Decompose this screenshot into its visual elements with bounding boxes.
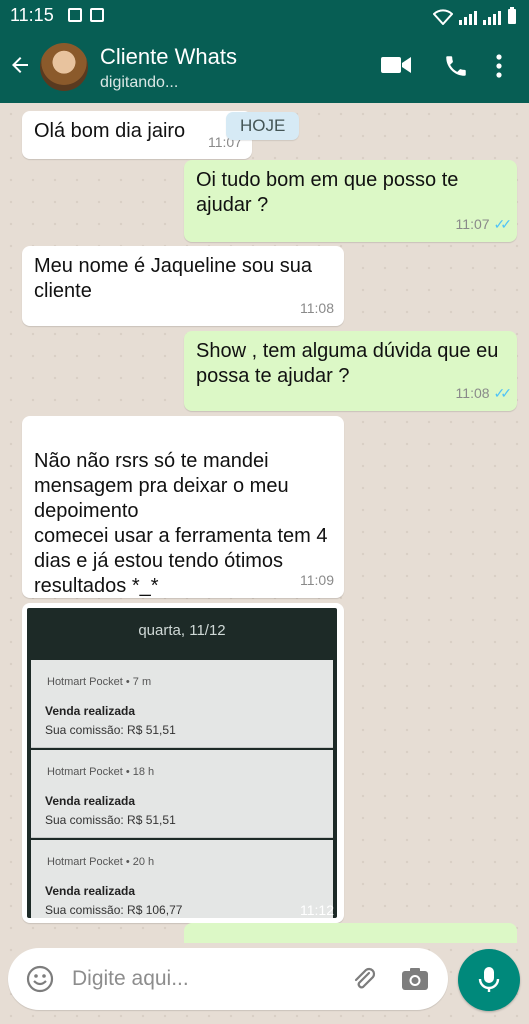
notification-app: Hotmart Pocket • 20 h [47,856,155,868]
message-text: Olá bom dia jairo [34,120,186,142]
message-text: Meu nome é Jaqueline sou sua cliente [34,255,312,302]
chat-area[interactable]: Olá bom dia jairo 11:07 HOJE Oi tudo bom… [0,103,529,1024]
notification-title: Venda realizada [45,704,136,718]
image-message[interactable]: quarta, 11/12 Hotmart Pocket • 7 m Venda… [22,603,344,923]
gallery-notification-icon [68,8,82,22]
notification-title: Venda realizada [45,794,136,808]
mic-button[interactable] [458,949,520,1011]
read-receipt-icon: ✓✓ [493,216,513,232]
message-bubble-incoming[interactable]: Olá bom dia jairo 11:07 [22,111,252,159]
notification-desc: Sua comissão: R$ 106,77 [45,903,183,917]
emoji-icon[interactable] [26,965,54,993]
message-time: 11:12 [300,902,334,918]
notification-desc: Sua comissão: R$ 51,51 [45,723,176,737]
notification-card: Hotmart Pocket • 7 m Venda realizada Sua… [31,660,333,748]
contact-status: digitando... [100,74,179,91]
battery-saver-icon [90,8,104,22]
date-chip: HOJE [226,112,300,140]
notification-card: Hotmart Pocket • 20 h Venda realizada Su… [31,840,333,918]
mic-icon [478,967,500,992]
message-bubble-outgoing[interactable]: Oi tudo bom em que posso te ajudar ? 11:… [184,160,517,242]
notification-card: Hotmart Pocket • 18 h Venda realizada Su… [31,750,333,838]
camera-icon[interactable] [400,965,430,993]
notification-desc: Sua comissão: R$ 51,51 [45,813,176,827]
composer [8,948,448,1010]
signal-icon-2 [483,9,501,25]
phone-call-icon[interactable] [443,53,469,79]
message-time: 11:09 [300,572,334,588]
status-bar: 11:15 [0,0,529,31]
message-time: 11:08 [455,385,490,401]
contact-name[interactable]: Cliente Whats [100,44,237,70]
chat-header: Cliente Whats digitando... [0,31,529,103]
notification-title: Venda realizada [45,884,136,898]
message-input[interactable] [72,960,332,998]
message-bubble-incoming[interactable]: Não não rsrs só te mandei mensagem pra d… [22,416,344,598]
notification-app: Hotmart Pocket • 18 h [47,766,155,778]
message-time: 11:07 [455,216,490,232]
read-receipt-icon: ✓✓ [493,385,513,401]
message-text: Show , tem alguma dúvida que eu possa te… [196,340,499,387]
message-text: Não não rsrs só te mandei mensagem pra d… [34,450,328,597]
video-call-icon[interactable] [380,53,412,77]
more-options-icon[interactable] [495,53,503,79]
message-time: 11:08 [300,300,334,316]
message-bubble-incoming[interactable]: Meu nome é Jaqueline sou sua cliente 11:… [22,246,344,326]
screenshot-image[interactable]: quarta, 11/12 Hotmart Pocket • 7 m Venda… [27,608,337,918]
signal-icon [459,9,477,25]
message-text: Oi tudo bom em que posso te ajudar ? [196,169,459,216]
message-bubble-outgoing[interactable]: Show , tem alguma dúvida que eu possa te… [184,331,517,411]
status-time: 11:15 [10,5,54,25]
back-arrow-icon[interactable] [8,53,32,77]
wifi-icon [433,9,453,25]
notification-app: Hotmart Pocket • 7 m [47,676,152,688]
battery-icon [508,7,516,24]
avatar[interactable] [40,43,88,91]
screenshot-date: quarta, 11/12 [138,622,226,639]
message-bubble-outgoing-partial [184,923,517,943]
attach-icon[interactable] [350,965,378,993]
